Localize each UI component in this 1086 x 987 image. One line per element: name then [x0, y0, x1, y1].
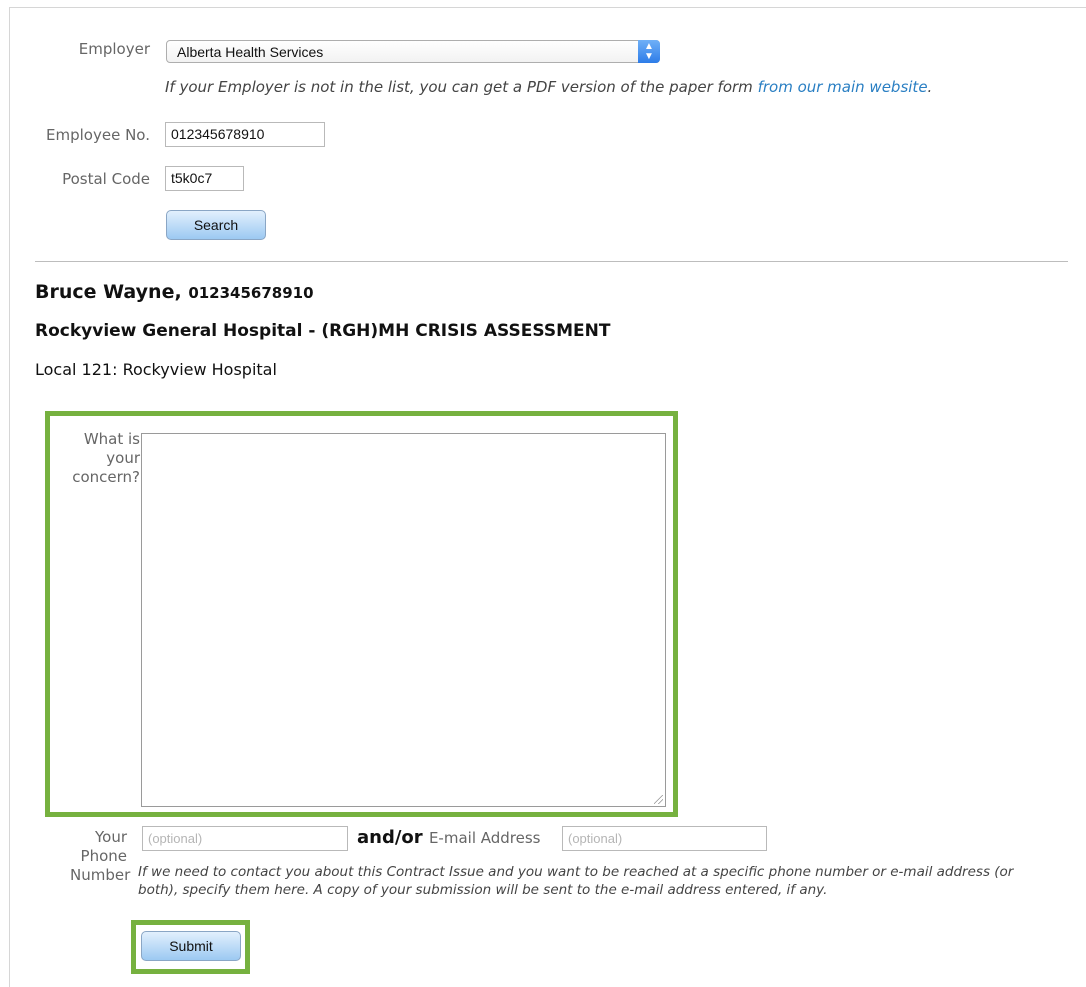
concern-label: What is your concern?	[55, 430, 140, 487]
employee-no-label: Employee No.	[46, 126, 150, 144]
member-name-heading: Bruce Wayne, 012345678910	[35, 281, 314, 303]
postal-code-label: Postal Code	[62, 170, 150, 188]
postal-code-input[interactable]: t5k0c7	[165, 166, 244, 191]
employer-select[interactable]: Alberta Health Services ▲ ▼	[166, 40, 660, 63]
chevron-updown-icon: ▲ ▼	[638, 40, 660, 63]
search-button[interactable]: Search	[166, 210, 266, 240]
contact-note: If we need to contact you about this Con…	[138, 864, 1014, 898]
worksite-heading: Rockyview General Hospital - (RGH)MH CRI…	[35, 321, 611, 341]
phone-label-line: Your	[94, 828, 127, 846]
concern-label-line: your	[106, 449, 140, 467]
employer-hint: If your Employer is not in the list, you…	[165, 78, 932, 96]
divider	[35, 261, 1068, 262]
member-name: Bruce Wayne,	[35, 281, 182, 303]
phone-placeholder: (optional)	[148, 831, 203, 846]
employer-selected-value: Alberta Health Services	[177, 44, 324, 60]
and-or-text: and/or E-mail Address	[357, 827, 541, 848]
concern-label-line: concern?	[72, 468, 140, 486]
main-website-link[interactable]: from our main website	[758, 78, 928, 96]
phone-label-line: Number	[70, 866, 131, 884]
phone-input[interactable]: (optional)	[142, 826, 348, 851]
email-input[interactable]: (optional)	[562, 826, 767, 851]
email-placeholder: (optional)	[568, 831, 623, 846]
resize-grip-icon[interactable]	[654, 795, 663, 804]
employer-label: Employer	[78, 40, 150, 58]
concern-textarea[interactable]	[141, 433, 666, 807]
phone-label: Your Phone Number	[70, 828, 131, 885]
employee-no-input[interactable]: 012345678910	[165, 122, 325, 147]
phone-label-line: Phone	[80, 847, 127, 865]
email-label: E-mail Address	[428, 829, 541, 847]
employer-hint-text: If your Employer is not in the list, you…	[165, 78, 758, 96]
member-number: 012345678910	[188, 284, 314, 302]
submit-button[interactable]: Submit	[141, 931, 241, 961]
and-or-label: and/or	[357, 827, 423, 848]
employer-hint-period: .	[927, 78, 933, 96]
concern-label-line: What is	[83, 430, 140, 448]
local-text: Local 121: Rockyview Hospital	[35, 360, 277, 379]
